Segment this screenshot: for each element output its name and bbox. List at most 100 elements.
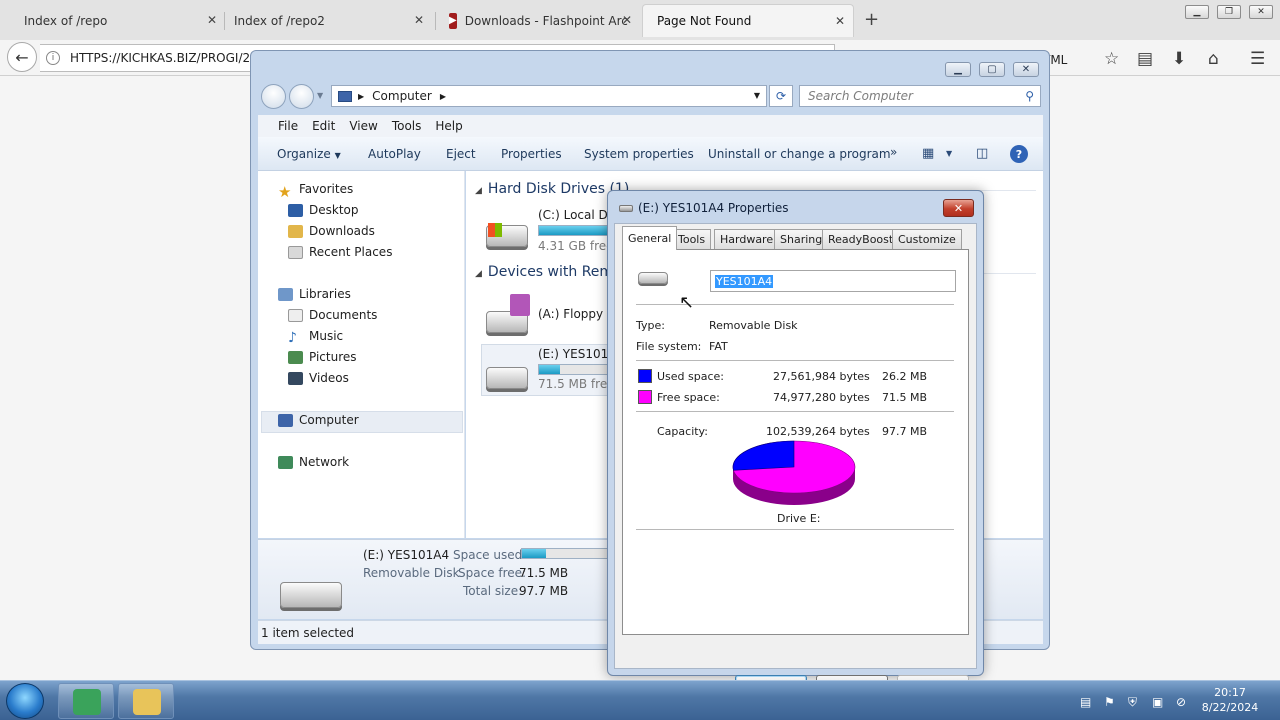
more-commands-button[interactable]: » (890, 145, 897, 159)
dropdown-arrow-icon[interactable]: ▼ (754, 91, 760, 100)
new-tab-plus-icon[interactable]: + (864, 9, 879, 30)
tab-customize[interactable]: Customize (892, 229, 962, 249)
tab-page-not-found[interactable]: Page Not Found ✕ (642, 4, 854, 37)
refresh-icon[interactable]: ⟳ (769, 85, 793, 107)
capacity-size: 97.7 MB (882, 425, 928, 438)
drive-c-label[interactable]: (C:) Local Dis (538, 208, 617, 222)
taskbar-app-explorer[interactable] (118, 683, 174, 719)
menu-file[interactable]: File (278, 119, 298, 133)
maximize-icon[interactable]: ▢ (979, 62, 1005, 77)
view-options-icon[interactable]: ▦ (922, 146, 934, 161)
recent-places-icon (288, 245, 303, 259)
nav-desktop[interactable]: Desktop (288, 203, 359, 217)
minimize-icon[interactable]: ▁ (945, 62, 971, 77)
tray-document-icon[interactable]: ▤ (1080, 695, 1091, 709)
nav-label: Libraries (299, 287, 351, 301)
system-clock[interactable]: 20:17 8/22/2024 (1200, 685, 1260, 715)
menu-edit[interactable]: Edit (312, 119, 335, 133)
tab-title: Index of /repo2 (234, 13, 325, 28)
nav-videos[interactable]: Videos (288, 371, 349, 385)
taskbar-app-dragon[interactable] (58, 683, 114, 719)
close-window-icon[interactable]: ✕ (1249, 5, 1273, 19)
tray-shield-icon[interactable]: ⛨ (1128, 695, 1137, 710)
autoplay-button[interactable]: AutoPlay (368, 147, 421, 161)
nav-documents[interactable]: Documents (288, 308, 377, 322)
drive-name-selected-text: YES101A4 (715, 275, 774, 288)
search-icon[interactable]: ⚲ (1025, 89, 1034, 103)
properties-button[interactable]: Properties (501, 147, 562, 161)
tray-volume-muted-icon[interactable]: ⊘ (1176, 695, 1186, 709)
download-arrow-icon[interactable]: ⬇ (1172, 49, 1186, 69)
menu-help[interactable]: Help (435, 119, 462, 133)
forward-button[interactable] (289, 84, 314, 109)
organize-button[interactable]: Organize ▼ (277, 147, 341, 161)
general-tab-panel: YES101A4 Type: Removable Disk File syste… (622, 249, 969, 635)
nav-computer[interactable]: Computer (278, 413, 359, 427)
tab-index-repo[interactable]: Index of /repo ✕ (10, 4, 225, 37)
drive-e-usage-bar (538, 364, 618, 375)
preview-pane-icon[interactable]: ◫ (976, 146, 988, 161)
pictures-icon (288, 350, 303, 364)
close-icon[interactable]: ✕ (207, 13, 217, 27)
breadcrumb-computer[interactable]: Computer (372, 89, 432, 103)
menu-bar: File Edit View Tools Help (258, 115, 1043, 137)
tab-general[interactable]: General (622, 226, 678, 250)
help-icon[interactable]: ? (1010, 145, 1028, 163)
nav-libraries[interactable]: Libraries (278, 287, 351, 301)
info-icon[interactable]: i (46, 51, 60, 65)
documents-icon (288, 308, 303, 322)
group-header-removable[interactable]: ◢ Devices with Remo (475, 264, 622, 280)
tab-sharing[interactable]: Sharing (774, 229, 829, 249)
close-icon[interactable]: ✕ (943, 199, 974, 217)
nav-pictures[interactable]: Pictures (288, 350, 357, 364)
restore-icon[interactable]: ❐ (1217, 5, 1241, 19)
breadcrumb-arrow-icon[interactable]: ▶ (358, 92, 364, 101)
music-note-icon: ♪ (288, 329, 297, 346)
usage-fill (539, 365, 561, 374)
drive-name-input[interactable]: YES101A4 (710, 270, 956, 292)
tab-tools[interactable]: Tools (672, 229, 712, 249)
drive-small-icon (619, 205, 633, 212)
close-icon[interactable]: ✕ (835, 14, 845, 28)
nav-label: Network (299, 455, 350, 469)
dragon-app-icon (73, 689, 101, 715)
nav-music[interactable]: ♪ Music (288, 329, 343, 346)
desktop-icon (288, 203, 303, 217)
menu-view[interactable]: View (349, 119, 377, 133)
eject-button[interactable]: Eject (446, 147, 476, 161)
used-space-bytes: 27,561,984 bytes (773, 370, 870, 383)
close-icon[interactable]: ✕ (414, 13, 424, 27)
dropdown-arrow-icon[interactable]: ▼ (946, 149, 952, 158)
tab-index-repo2[interactable]: Index of /repo2 ✕ (220, 4, 432, 37)
nav-network[interactable]: Network (278, 455, 349, 469)
tab-readyboost[interactable]: ReadyBoost (822, 229, 900, 249)
search-input[interactable]: Search Computer ⚲ (799, 85, 1041, 107)
capacity-bytes: 102,539,264 bytes (766, 425, 870, 438)
uninstall-program-button[interactable]: Uninstall or change a program (708, 147, 891, 161)
close-icon[interactable]: ✕ (622, 13, 632, 27)
recent-pages-chevron-icon[interactable]: ▼ (317, 91, 323, 100)
tray-flag-icon[interactable]: ⚑ (1104, 695, 1115, 709)
nav-downloads[interactable]: Downloads (288, 224, 375, 238)
system-properties-button[interactable]: System properties (584, 147, 694, 161)
removable-drive-icon[interactable] (486, 367, 528, 389)
tab-downloads-flashpoint[interactable]: ▶ Downloads - Flashpoint Arc ✕ (435, 4, 640, 37)
tray-network-icon[interactable]: ▣ (1152, 695, 1163, 709)
menu-tools[interactable]: Tools (392, 119, 422, 133)
tab-hardware[interactable]: Hardware (714, 229, 780, 249)
start-button[interactable] (6, 683, 44, 719)
star-icon: ★ (278, 182, 292, 201)
close-icon[interactable]: ✕ (1013, 62, 1039, 77)
back-arrow-icon[interactable]: ← (7, 42, 37, 72)
nav-label: Downloads (309, 224, 375, 238)
reading-list-icon[interactable]: ▤ (1137, 49, 1153, 69)
back-button[interactable] (261, 84, 286, 109)
home-icon[interactable]: ⌂ (1208, 49, 1219, 69)
breadcrumb-arrow-icon[interactable]: ▶ (440, 92, 446, 101)
minimize-icon[interactable]: ▁ (1185, 5, 1209, 19)
address-bar[interactable]: ▶ Computer ▶ ▼ (331, 85, 767, 107)
nav-recent-places[interactable]: Recent Places (288, 245, 392, 259)
bookmark-star-icon[interactable]: ☆ (1104, 49, 1119, 69)
nav-favorites[interactable]: ★ Favorites (278, 182, 353, 201)
hamburger-menu-icon[interactable]: ☰ (1250, 49, 1265, 69)
